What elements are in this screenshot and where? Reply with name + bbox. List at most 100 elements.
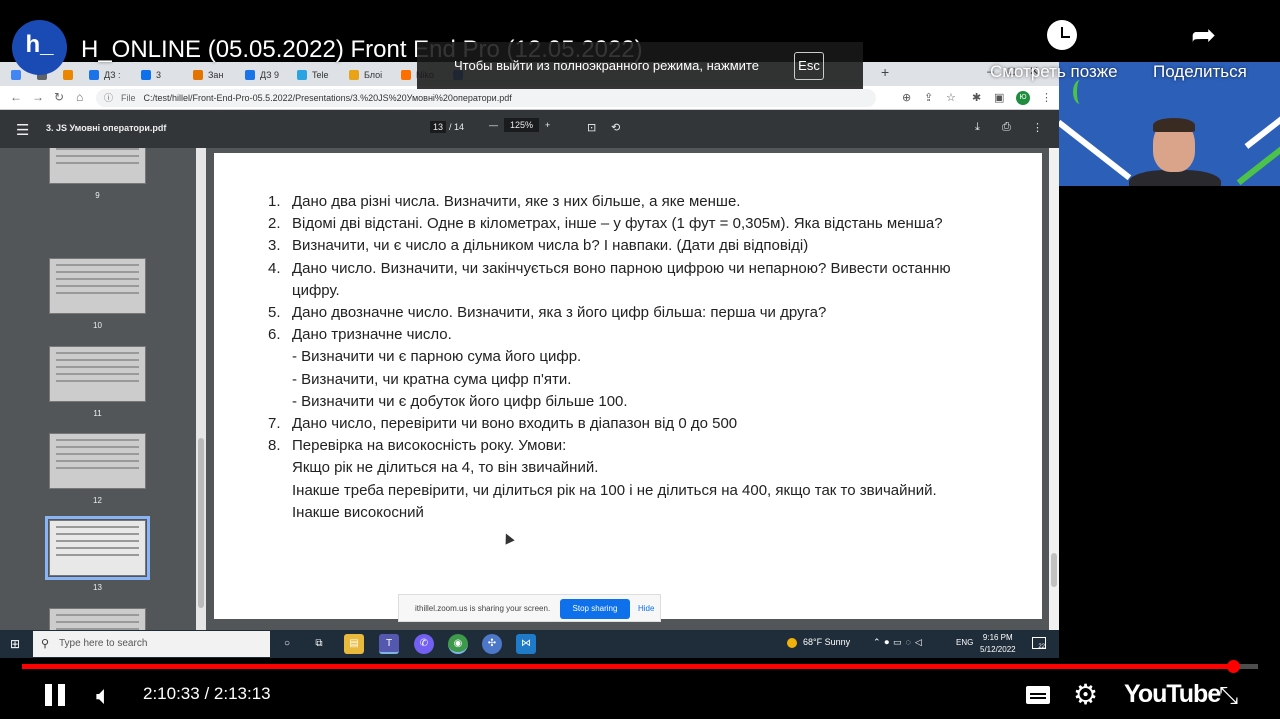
page-indicator: 13/ 14 — [430, 121, 465, 133]
new-tab-button[interactable]: + — [881, 64, 889, 80]
task-item: 3. Визначити, чи є число a дільником числ… — [268, 235, 951, 257]
thumbnail-page-number: 9 — [95, 191, 100, 200]
watch-later-icon[interactable] — [1047, 20, 1077, 50]
fullscreen-hint-text: Чтобы выйти из полноэкранного режима, на… — [454, 58, 759, 73]
channel-avatar[interactable]: h_ — [12, 20, 67, 75]
zoom-in-button[interactable]: + — [545, 120, 550, 130]
task-text: Інакше високосний — [292, 503, 424, 521]
mouse-cursor — [501, 531, 515, 545]
share-message: ithillel.zoom.us is sharing your screen. — [415, 604, 551, 613]
task-item: Інакше треба перевірити, чи ділиться рік… — [268, 480, 951, 502]
browser-tab[interactable]: ДЗ : — [84, 65, 121, 85]
hide-share-bar-button[interactable]: Hide — [638, 604, 654, 613]
file-label: File — [121, 93, 136, 103]
page-thumbnail[interactable] — [49, 346, 146, 402]
thumbnail-page-number: 11 — [93, 409, 102, 418]
stop-sharing-button[interactable]: Stop sharing — [560, 599, 630, 619]
hillel-logo-icon — [1073, 80, 1087, 104]
info-icon: ⓘ — [104, 93, 114, 103]
address-bar: ← → ↻ ⌂ ⓘ File C:/test/hillel/Front-End-Pr… — [0, 86, 1059, 110]
settings-gear-icon[interactable]: ⚙ — [1073, 678, 1098, 711]
language-indicator[interactable]: ENG — [956, 638, 973, 647]
cortana-icon[interactable]: ○ — [277, 634, 297, 654]
share-arrow-icon[interactable]: ➦ — [1191, 18, 1216, 53]
browser-menu-icon[interactable]: ⋮ — [1041, 91, 1052, 104]
tab-favicon-icon — [401, 70, 411, 80]
youtube-logo[interactable]: YouTube — [1124, 680, 1221, 709]
browser-tab[interactable]: ДЗ 9 — [240, 65, 279, 85]
tab-favicon-icon — [63, 70, 73, 80]
share-page-icon[interactable]: ⇪ — [924, 91, 933, 104]
player-controls: 🔈︎ 2:10:33 / 2:13:13 ⚙ YouTube ⤡ — [0, 658, 1280, 719]
system-tray[interactable]: ⌃⏺▭◌◁ — [873, 637, 926, 648]
page-input[interactable]: 13 — [430, 121, 447, 133]
video-player[interactable]: ДЗ :3ЗанДЗ 9TeleБлоіNiko + –□✕ ← → ↻ ⌂ ⓘ… — [0, 0, 1280, 719]
page-thumbnail[interactable] — [49, 148, 146, 184]
subtitles-icon[interactable] — [1026, 686, 1050, 704]
browser-tab[interactable] — [58, 65, 78, 85]
browser-tab[interactable]: Tele — [292, 65, 329, 85]
task-item: 6. Дано тризначне число. — [268, 324, 951, 346]
tab-label: 3 — [156, 70, 162, 80]
watch-later-label[interactable]: Смотреть позже — [990, 62, 1118, 82]
zoom-control: — 125% + — [489, 118, 550, 132]
extensions-icon[interactable]: ✱ — [972, 91, 981, 104]
rotate-icon[interactable]: ⟲ — [611, 121, 620, 134]
network-app-icon[interactable]: ✣ — [482, 634, 502, 654]
progress-bar[interactable] — [22, 660, 1258, 673]
print-icon[interactable]: ⎙ — [1002, 121, 1011, 134]
tab-favicon-icon — [11, 70, 21, 80]
weather-widget[interactable]: 68°F Sunny — [787, 637, 850, 648]
volume-icon[interactable]: 🔈︎ — [96, 680, 112, 712]
teams-icon[interactable]: T — [379, 634, 399, 654]
page-thumbnail[interactable] — [49, 608, 146, 630]
windows-start-icon[interactable]: ⊞ — [10, 637, 20, 651]
chrome-icon[interactable]: ◉ — [448, 634, 468, 654]
download-icon[interactable]: ⤓ — [975, 121, 980, 134]
task-text: цифру. — [292, 281, 340, 299]
browser-tab[interactable]: Блоі — [344, 65, 382, 85]
browser-window: ДЗ :3ЗанДЗ 9TeleБлоіNiko + –□✕ ← → ↻ ⌂ ⓘ… — [0, 62, 1059, 630]
tab-label: Tele — [312, 70, 329, 80]
task-view-icon[interactable]: ⧉ — [309, 634, 329, 654]
taskbar-clock[interactable]: 9:16 PM 5/12/2022 — [980, 632, 1016, 656]
url-field[interactable]: ⓘ File C:/test/hillel/Front-End-Pro-05.5.2… — [96, 89, 876, 107]
zoom-input[interactable]: 125% — [504, 118, 540, 132]
document-scrollbar[interactable] — [1049, 148, 1059, 630]
zoom-out-button[interactable]: — — [489, 120, 498, 130]
viber-icon[interactable]: ✆ — [414, 634, 434, 654]
fit-page-icon[interactable]: ⊡ — [587, 121, 596, 134]
pdf-more-icon[interactable]: ⋮ — [1032, 121, 1043, 134]
file-explorer-icon[interactable]: ▤ — [344, 634, 364, 654]
progress-scrubber[interactable] — [1227, 660, 1241, 673]
time-display: 2:10:33 / 2:13:13 — [143, 684, 271, 703]
fullscreen-exit-hint: Чтобы выйти из полноэкранного режима, на… — [417, 42, 863, 89]
exit-fullscreen-icon[interactable]: ⤡ — [1219, 682, 1238, 710]
pause-icon[interactable] — [44, 684, 66, 706]
thumbnail-page-number: 12 — [93, 496, 102, 505]
browser-tab[interactable]: Зан — [188, 65, 223, 85]
taskbar-search-field[interactable]: ⚲ Type here to search — [33, 631, 270, 657]
page-thumbnail[interactable] — [49, 433, 146, 489]
task-item: 2. Відомі дві відстані. Одне в кілометрах… — [268, 213, 951, 235]
page-thumbnail[interactable] — [45, 516, 150, 580]
back-icon[interactable]: ← — [10, 90, 22, 104]
page-thumbnail[interactable] — [49, 258, 146, 314]
bookmark-star-icon[interactable]: ☆ — [946, 91, 956, 104]
page-total: / 14 — [449, 122, 465, 132]
sidepanel-icon[interactable]: ▣ — [994, 91, 1004, 104]
reload-icon[interactable]: ↻ — [54, 90, 64, 104]
sidebar-menu-icon[interactable]: ☰ — [16, 121, 29, 139]
share-label[interactable]: Поделиться — [1153, 62, 1247, 82]
weather-text: 68°F Sunny — [803, 637, 851, 647]
zoom-icon[interactable]: ⊕ — [902, 91, 911, 104]
browser-tab[interactable]: 3 — [136, 65, 161, 85]
sidebar-scrollbar[interactable] — [196, 148, 206, 630]
task-text: - Визначити, чи кратна сума цифр п'яти. — [292, 370, 572, 388]
notifications-icon[interactable]: 22 — [1032, 637, 1046, 650]
task-text: Визначити, чи є число a дільником числа … — [292, 237, 809, 255]
vscode-icon[interactable]: ⋈ — [516, 634, 536, 654]
forward-icon[interactable]: → — [32, 90, 44, 104]
profile-avatar[interactable]: Ю — [1016, 91, 1030, 105]
home-icon[interactable]: ⌂ — [76, 90, 83, 104]
